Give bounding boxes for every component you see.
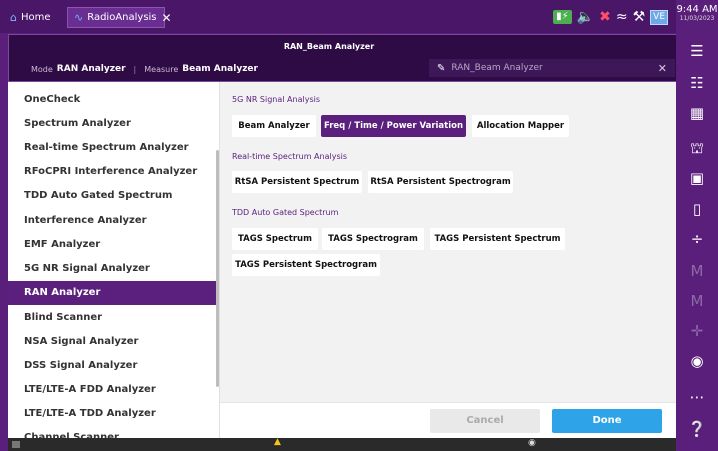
window-title: RAN_Beam Analyzer (283, 42, 375, 51)
save-icon[interactable]: ▣ (676, 169, 718, 187)
list-item[interactable]: Interference Analyzer (8, 209, 218, 233)
clear-field-icon[interactable]: ✕ (658, 62, 667, 75)
list-item[interactable]: LTE/LTE-A FDD Analyzer (8, 378, 218, 402)
list-item[interactable]: RFoCPRI Interference Analyzer (8, 160, 218, 184)
bottom-status-strip: ▲ ◉ (8, 437, 676, 451)
list-item[interactable]: 5G NR Signal Analyzer (8, 257, 218, 281)
dialog-footer: Cancel Done (220, 402, 676, 438)
application-list: OneCheck Spectrum Analyzer Real-time Spe… (8, 82, 220, 438)
close-tab-icon[interactable]: ✕ (162, 11, 172, 25)
section-title: TDD Auto Gated Spectrum (232, 208, 339, 217)
speaker-icon[interactable]: 🔈 (577, 10, 594, 24)
screenshot-icon[interactable]: ◉ (676, 352, 718, 370)
name-field[interactable]: ✎ RAN_Beam Analyzer ✕ (429, 59, 675, 77)
title-bar: RAN_Beam Analyzer Mode RAN Analyzer | Me… (8, 34, 676, 82)
list-item-selected[interactable]: RAN Analyzer (8, 281, 218, 305)
main-panel: OneCheck Spectrum Analyzer Real-time Spe… (8, 82, 676, 438)
ve-badge[interactable]: VE (650, 9, 668, 25)
measure-value: Beam Analyzer (182, 64, 258, 74)
list-item[interactable]: LTE/LTE-A TDD Analyzer (8, 402, 218, 426)
mode-breadcrumb: Mode RAN Analyzer | Measure Beam Analyze… (31, 64, 266, 74)
crosshair-icon: ✛ (690, 322, 704, 340)
option-button[interactable]: Beam Analyzer (232, 115, 316, 137)
list-item[interactable]: TDD Auto Gated Spectrum (8, 184, 218, 208)
system-tray: ▮⚡ 🔈 ✖ ≈ ⚒ VE (553, 6, 676, 28)
folder-icon[interactable]: ▯ (676, 200, 718, 218)
clock-time: 9:44 AM (676, 4, 718, 15)
section-title: 5G NR Signal Analysis (232, 95, 320, 104)
grid-icon[interactable]: ▦ (676, 104, 718, 122)
battery-icon: ▮⚡ (553, 10, 572, 24)
mode-label: Mode (31, 64, 53, 74)
name-field-value: RAN_Beam Analyzer (451, 63, 543, 73)
measure-label: Measure (144, 64, 179, 74)
mode-value: RAN Analyzer (56, 64, 126, 74)
option-button[interactable]: RtSA Persistent Spectrum (232, 171, 362, 193)
option-button[interactable]: Allocation Mapper (472, 115, 569, 137)
list-scrollbar[interactable] (216, 150, 219, 387)
list-item[interactable]: OneCheck (8, 88, 218, 112)
lock-icon[interactable]: ⛫ (676, 139, 718, 159)
tab-radio-label: RadioAnalysis (87, 12, 157, 23)
separator: | (133, 64, 137, 74)
tab-radio-analysis[interactable]: ∿ RadioAnalysis ✕ (67, 7, 172, 28)
option-button[interactable]: TAGS Persistent Spectrum (430, 228, 565, 250)
tools-icon[interactable]: ⚒ (633, 10, 646, 24)
list-item[interactable]: Spectrum Analyzer (8, 112, 218, 136)
list-item[interactable]: Real-time Spectrum Analyzer (8, 136, 218, 160)
clock: 9:44 AM 11/03/2023 (676, 4, 718, 22)
menu-icon[interactable]: ☰ (676, 42, 718, 60)
wifi-icon[interactable]: ≈ (616, 10, 628, 24)
option-button[interactable]: TAGS Spectrogram (322, 228, 424, 250)
wave-icon: ∿ (74, 11, 84, 24)
pencil-icon: ✎ (437, 62, 446, 74)
option-button-active[interactable]: Freq / Time / Power Variation (321, 115, 466, 137)
right-toolbar: 9:44 AM 11/03/2023 ☰ ☷ ▦ ⛫ ▣ ▯ ÷ M M ✛ ◉… (676, 0, 718, 451)
measurement-options: 5G NR Signal Analysis Beam Analyzer Freq… (220, 82, 676, 402)
clock-date: 11/03/2023 (679, 15, 715, 22)
warning-icon: ▲ (274, 437, 281, 447)
option-button[interactable]: RtSA Persistent Spectrogram (368, 171, 513, 193)
option-button[interactable]: TAGS Spectrum (232, 228, 318, 250)
option-button[interactable]: TAGS Persistent Spectrogram (232, 254, 380, 276)
more-icon[interactable]: ⋯ (676, 388, 718, 406)
mute-icon: ✖ (599, 9, 611, 25)
settings-sliders-icon[interactable]: ☷ (676, 74, 718, 92)
tab-home[interactable]: ⌂ Home (10, 7, 51, 28)
section-title: Real-time Spectrum Analysis (232, 152, 348, 161)
home-icon: ⌂ (10, 11, 17, 24)
help-icon[interactable]: ❔ (676, 420, 718, 438)
tab-home-label: Home (20, 12, 51, 23)
list-item[interactable]: NSA Signal Analyzer (8, 330, 218, 354)
peak-icon: M (690, 292, 704, 310)
done-button[interactable]: Done (552, 409, 662, 433)
list-item[interactable]: DSS Signal Analyzer (8, 354, 218, 378)
top-status-bar: ⌂ Home ∿ RadioAnalysis ✕ ▮⚡ 🔈 ✖ ≈ ⚒ VE (0, 0, 676, 33)
list-item[interactable]: Blind Scanner (8, 306, 218, 330)
square-icon (12, 441, 20, 448)
list-item[interactable]: Channel Scanner (8, 426, 218, 438)
marker-icon: M (690, 262, 704, 280)
location-icon: ◉ (528, 438, 536, 448)
list-item[interactable]: EMF Analyzer (8, 233, 218, 257)
cancel-button[interactable]: Cancel (430, 409, 540, 433)
divide-icon[interactable]: ÷ (676, 230, 718, 248)
